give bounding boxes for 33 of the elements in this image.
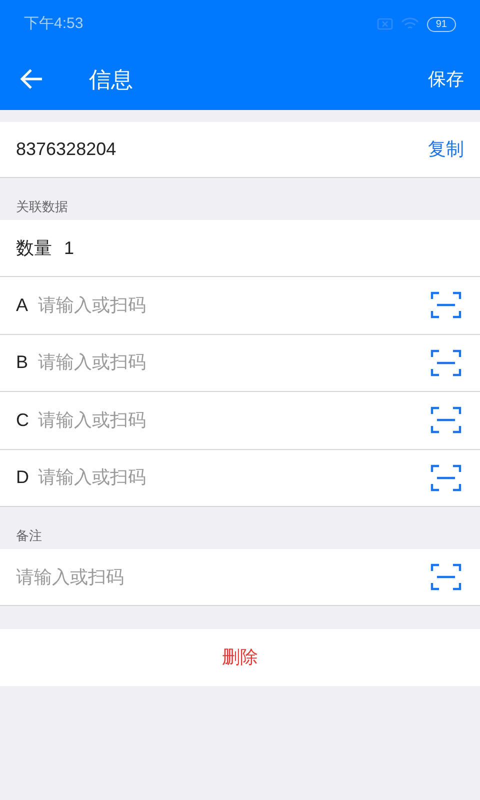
input-row[interactable]: D 请输入或扫码 <box>0 450 480 507</box>
wifi-icon <box>400 17 419 31</box>
back-icon[interactable] <box>20 68 44 90</box>
scan-icon[interactable] <box>430 563 462 591</box>
input-field[interactable]: 请输入或扫码 <box>38 349 430 376</box>
scan-icon[interactable] <box>430 406 462 434</box>
section-heading: 关联数据 <box>16 198 68 216</box>
field-label: B <box>16 351 30 374</box>
save-button[interactable]: 保存 <box>428 66 464 92</box>
input-row[interactable]: A 请输入或扫码 <box>0 277 480 334</box>
notes-row[interactable]: 请输入或扫码 <box>0 549 480 606</box>
input-field[interactable]: 请输入或扫码 <box>38 292 430 319</box>
field-label: A <box>16 294 30 317</box>
scan-icon[interactable] <box>430 348 462 377</box>
field-label: C <box>16 408 30 432</box>
input-row[interactable]: B 请输入或扫码 <box>0 334 480 392</box>
scan-icon[interactable] <box>430 291 462 320</box>
input-field[interactable]: 请输入或扫码 <box>38 406 430 434</box>
delete-button[interactable]: 删除 <box>0 629 480 686</box>
notes-field[interactable]: 请输入或扫码 <box>16 564 430 590</box>
code-value: 8376328204 <box>16 138 116 161</box>
section-heading: 备注 <box>16 526 42 544</box>
quantity-label: 数量 <box>16 236 52 260</box>
scan-icon[interactable] <box>430 464 462 492</box>
input-row[interactable]: C 请输入或扫码 <box>0 392 480 450</box>
quantity-value: 1 <box>64 236 74 260</box>
sim-icon <box>376 18 393 30</box>
field-label: D <box>16 466 30 490</box>
input-field[interactable]: 请输入或扫码 <box>38 464 430 492</box>
page-title: 信息 <box>89 66 133 94</box>
status-time: 下午4:53 <box>24 14 84 34</box>
battery-indicator: 91 <box>426 16 456 32</box>
copy-button[interactable]: 复制 <box>428 136 464 163</box>
